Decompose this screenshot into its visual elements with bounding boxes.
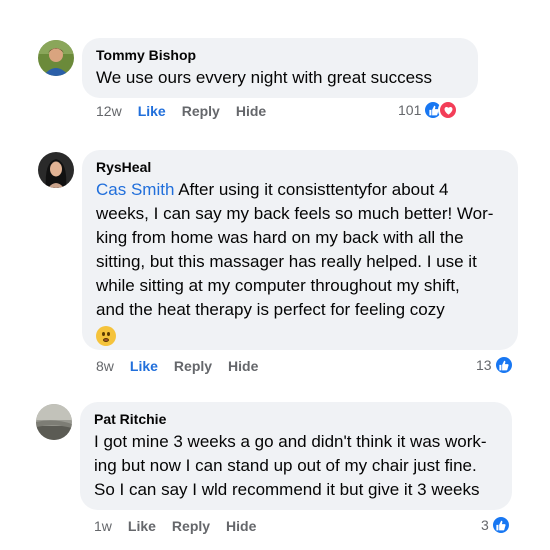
hide-link[interactable]: Hide xyxy=(236,102,266,120)
comment-bubble: Pat Ritchie I got mine 3 weeks a go and … xyxy=(80,402,512,510)
comment-author[interactable]: RysHeal xyxy=(96,158,504,176)
reply-link[interactable]: Reply xyxy=(182,102,220,120)
comment-line: king from home was hard on my back with … xyxy=(96,228,464,247)
hide-link[interactable]: Hide xyxy=(228,357,258,375)
reaction-count: 3 xyxy=(481,517,489,533)
comment-line: while sitting at my computer throughout … xyxy=(96,276,460,295)
comment-actions: 12w Like Reply Hide xyxy=(96,102,282,120)
like-link[interactable]: Like xyxy=(138,102,166,120)
comment-line: weeks, I can say my back feels so much b… xyxy=(96,204,494,223)
comment-line: So I can say I wld recommend it but give… xyxy=(94,480,480,499)
comment-actions: 1w Like Reply Hide xyxy=(94,517,272,535)
like-link[interactable]: Like xyxy=(128,517,156,535)
comment-line: and the heat therapy is perfect for feel… xyxy=(96,300,445,319)
comment-author[interactable]: Pat Ritchie xyxy=(94,410,498,428)
reaction-count: 101 xyxy=(398,102,422,118)
love-icon xyxy=(438,100,459,120)
comment-line: ing but now I can stand up out of my cha… xyxy=(94,456,477,475)
comment-bubble: Tommy Bishop We use ours evvery night wi… xyxy=(82,38,478,98)
comment-text: We use ours evvery night with great succ… xyxy=(96,68,433,87)
like-link[interactable]: Like xyxy=(130,357,158,375)
comment-bubble: RysHeal Cas Smith After using it consist… xyxy=(82,150,518,350)
avatar[interactable] xyxy=(38,152,74,188)
reaction-summary[interactable]: 13 xyxy=(476,355,514,375)
comment-text: I got mine 3 weeks a go and didn't think… xyxy=(94,430,498,502)
like-icon xyxy=(493,355,514,375)
reaction-count: 13 xyxy=(476,357,492,373)
reply-link[interactable]: Reply xyxy=(172,517,210,535)
comment-text: Cas Smith After using it consisttentyfor… xyxy=(96,178,504,353)
comment-actions: 8w Like Reply Hide xyxy=(96,357,274,375)
reaction-summary[interactable]: 101 xyxy=(398,100,459,120)
avatar[interactable] xyxy=(38,40,74,76)
comment-timestamp[interactable]: 1w xyxy=(94,517,112,535)
hide-link[interactable]: Hide xyxy=(226,517,256,535)
comment-timestamp[interactable]: 8w xyxy=(96,357,114,375)
comment-timestamp[interactable]: 12w xyxy=(96,102,122,120)
mention-link[interactable]: Cas Smith xyxy=(96,180,174,199)
comment-author[interactable]: Tommy Bishop xyxy=(96,46,464,64)
reply-link[interactable]: Reply xyxy=(174,357,212,375)
like-icon xyxy=(490,515,511,535)
comment-line: I got mine 3 weeks a go and didn't think… xyxy=(94,432,487,451)
comment-line: After using it consisttentyfor about 4 xyxy=(174,180,449,199)
reaction-summary[interactable]: 3 xyxy=(481,515,511,535)
avatar[interactable] xyxy=(36,404,72,440)
comment-line: sitting, but this massager has really he… xyxy=(96,252,477,271)
slightly-frowning-emoji xyxy=(96,326,116,346)
